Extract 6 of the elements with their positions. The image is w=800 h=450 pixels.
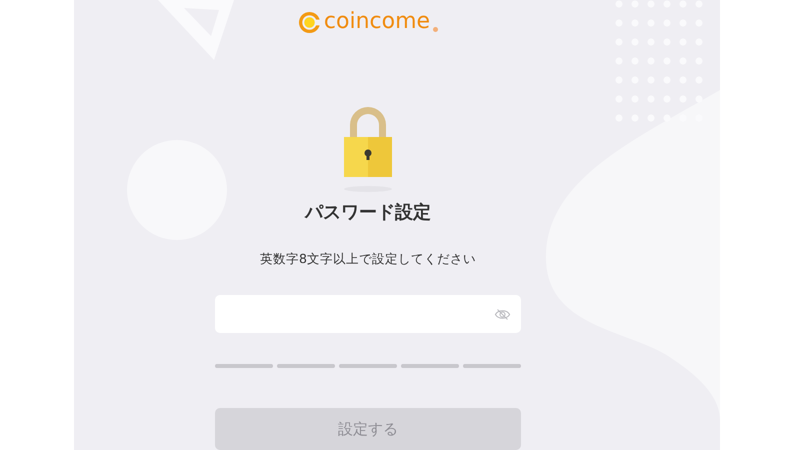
registered-mark-icon: [433, 27, 438, 32]
page-title: パスワード設定: [305, 201, 431, 224]
password-field[interactable]: [215, 295, 521, 333]
instruction-text: 英数字8文字以上で設定してください: [260, 251, 476, 268]
logo-text: coincome: [324, 11, 430, 33]
coin-icon: [298, 10, 321, 34]
